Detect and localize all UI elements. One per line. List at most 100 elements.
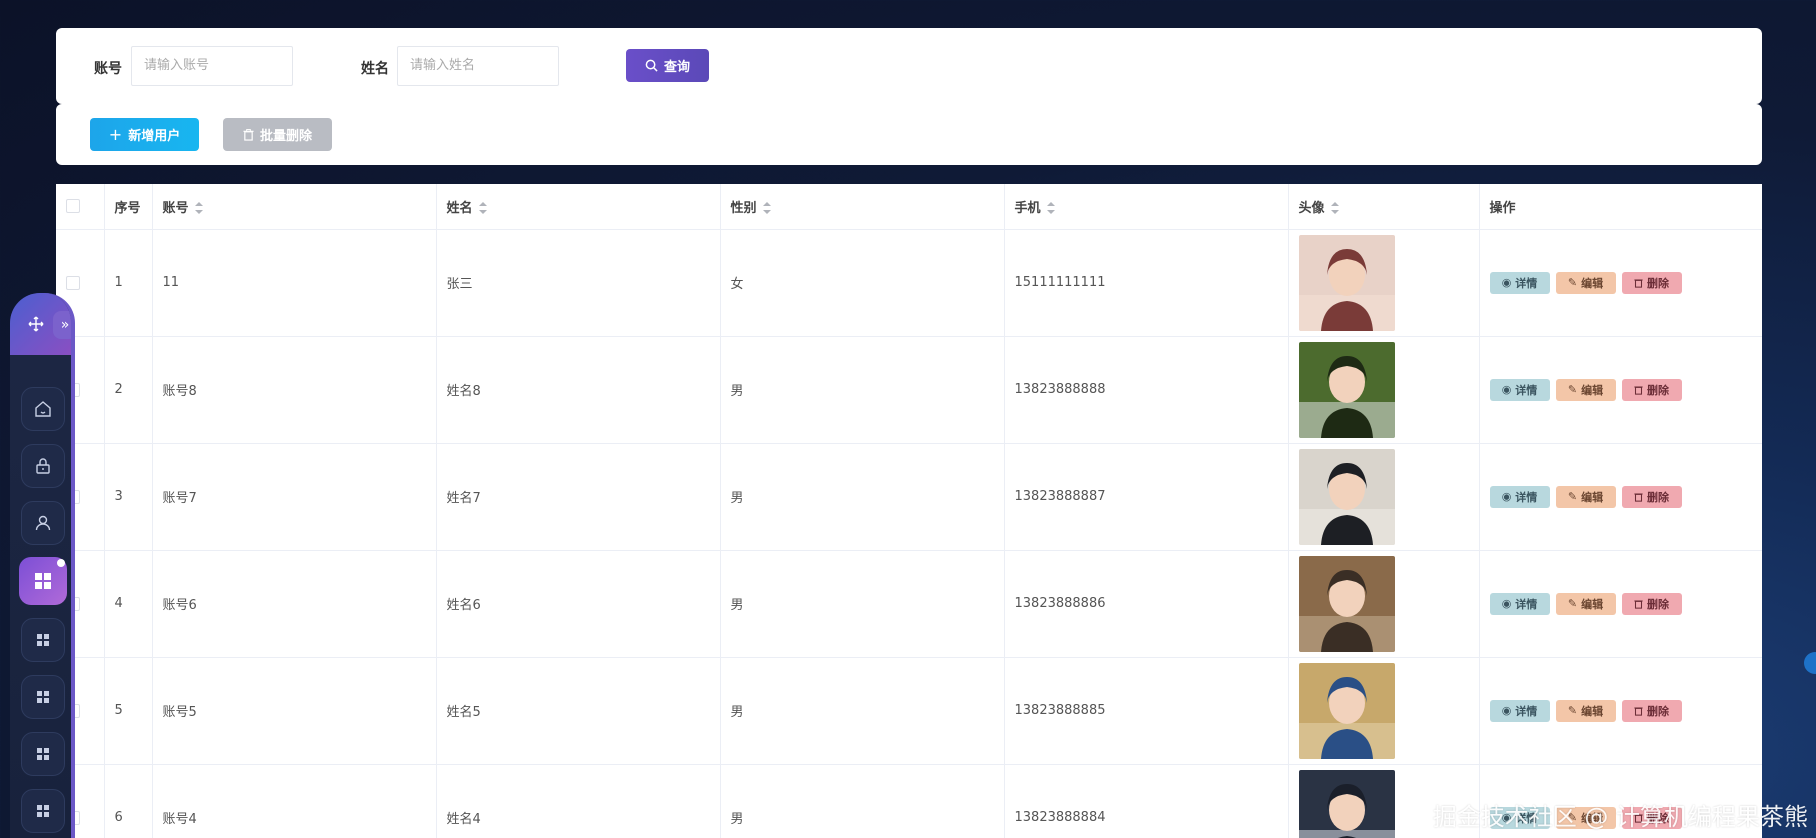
detail-button[interactable]: ◉ 详情 — [1489, 378, 1550, 401]
header-account[interactable]: 账号 — [152, 184, 437, 230]
sidebar-item-grid[interactable] — [21, 789, 65, 833]
sort-icon[interactable] — [1330, 202, 1339, 215]
table-row: 4 账号6 姓名6 男 13823888886 ◉ 详情 ✎ 编辑 删除 — [56, 550, 1762, 658]
detail-button[interactable]: ◉ 详情 — [1489, 592, 1550, 615]
sort-icon[interactable] — [1046, 202, 1055, 215]
account-search-input[interactable]: 请输入账号 — [131, 46, 293, 86]
edit-button[interactable]: ✎ 编辑 — [1555, 485, 1616, 508]
detail-button[interactable]: ◉ 详情 — [1489, 699, 1550, 722]
trash-icon — [1634, 385, 1643, 395]
delete-button[interactable]: 删除 — [1621, 592, 1682, 615]
avatar[interactable] — [1298, 341, 1395, 438]
sort-icon[interactable] — [762, 202, 771, 215]
row-actions: ◉ 详情 ✎ 编辑 删除 — [1489, 271, 1752, 294]
cell-index: 4 — [104, 550, 153, 658]
header-gender[interactable]: 性别 — [720, 184, 1005, 230]
header-ops: 操作 — [1479, 184, 1762, 230]
move-icon[interactable] — [28, 316, 44, 332]
avatar[interactable] — [1298, 662, 1395, 759]
cell-ops: ◉ 详情 ✎ 编辑 删除 — [1479, 550, 1762, 658]
edit-button[interactable]: ✎ 编辑 — [1555, 699, 1616, 722]
sidebar-item-lock[interactable] — [21, 444, 65, 488]
pencil-icon: ✎ — [1567, 597, 1578, 610]
delete-button[interactable]: 删除 — [1621, 378, 1682, 401]
add-user-button[interactable]: + 新增用户 — [90, 118, 199, 151]
table-row: 3 账号7 姓名7 男 13823888887 ◉ 详情 ✎ 编辑 删除 — [56, 443, 1762, 551]
trash-icon — [243, 128, 254, 141]
cell-name: 姓名4 — [436, 764, 721, 838]
cell-index: 1 — [104, 229, 153, 337]
row-checkbox[interactable] — [66, 275, 80, 290]
detail-button[interactable]: ◉ 详情 — [1489, 485, 1550, 508]
floating-sidebar: » — [10, 293, 75, 838]
query-button[interactable]: 查询 — [626, 49, 709, 82]
cell-gender: 男 — [720, 550, 1005, 658]
cell-name: 姓名5 — [436, 657, 721, 765]
cell-name: 姓名6 — [436, 550, 721, 658]
header-name[interactable]: 姓名 — [436, 184, 721, 230]
cell-name: 张三 — [436, 229, 721, 337]
sidebar-item-grid[interactable] — [21, 675, 65, 719]
sidebar-item-grid-active[interactable] — [19, 557, 67, 605]
cell-gender: 男 — [720, 336, 1005, 444]
cell-avatar — [1288, 550, 1480, 658]
select-all-cell — [56, 184, 105, 230]
avatar[interactable] — [1298, 555, 1395, 652]
cell-avatar — [1288, 336, 1480, 444]
avatar[interactable] — [1298, 769, 1395, 838]
pencil-icon: ✎ — [1567, 383, 1578, 396]
header-index: 序号 — [104, 184, 153, 230]
header-avatar[interactable]: 头像 — [1288, 184, 1480, 230]
header-phone-label: 手机 — [1014, 200, 1041, 216]
header-name-label: 姓名 — [446, 200, 473, 216]
cell-index: 6 — [104, 764, 153, 838]
grid-icon — [37, 634, 49, 646]
delete-label: 删除 — [1647, 276, 1669, 290]
user-table: 序号 账号 姓名 性别 手机 头像 操作 1 11 张三 女 151111111… — [56, 184, 1762, 838]
edit-label: 编辑 — [1581, 490, 1604, 504]
edit-button[interactable]: ✎ 编辑 — [1555, 378, 1616, 401]
cell-name: 姓名8 — [436, 336, 721, 444]
edit-button[interactable]: ✎ 编辑 — [1555, 592, 1616, 615]
delete-label: 删除 — [1647, 383, 1669, 397]
pencil-icon: ✎ — [1567, 704, 1578, 717]
cell-account: 账号6 — [152, 550, 437, 658]
name-search-input[interactable]: 请输入姓名 — [397, 46, 559, 86]
cell-gender: 男 — [720, 657, 1005, 765]
cell-gender: 女 — [720, 229, 1005, 337]
edit-button[interactable]: ✎ 编辑 — [1555, 271, 1616, 294]
cell-ops: ◉ 详情 ✎ 编辑 删除 — [1479, 229, 1762, 337]
cell-account: 账号7 — [152, 443, 437, 551]
batch-delete-button[interactable]: 批量删除 — [223, 118, 332, 151]
cell-gender: 男 — [720, 764, 1005, 838]
row-actions: ◉ 详情 ✎ 编辑 删除 — [1489, 592, 1752, 615]
search-icon — [645, 59, 658, 72]
detail-button[interactable]: ◉ 详情 — [1489, 271, 1550, 294]
trash-icon — [1634, 599, 1643, 609]
sidebar-item-home[interactable] — [21, 387, 65, 431]
sort-icon[interactable] — [478, 202, 487, 215]
notification-dot — [57, 559, 65, 567]
header-phone[interactable]: 手机 — [1004, 184, 1289, 230]
sidebar-item-user[interactable] — [21, 501, 65, 545]
sidebar-header: » — [10, 293, 71, 355]
delete-button[interactable]: 删除 — [1621, 271, 1682, 294]
sidebar-item-grid[interactable] — [21, 618, 65, 662]
collapse-icon[interactable]: » — [53, 311, 71, 339]
row-actions: ◉ 详情 ✎ 编辑 删除 — [1489, 485, 1752, 508]
select-all-checkbox[interactable] — [66, 199, 80, 214]
row-actions: ◉ 详情 ✎ 编辑 删除 — [1489, 378, 1752, 401]
cell-phone: 13823888886 — [1004, 550, 1289, 658]
avatar[interactable] — [1298, 448, 1395, 545]
scroll-indicator[interactable] — [1804, 652, 1816, 674]
table-row: 5 账号5 姓名5 男 13823888885 ◉ 详情 ✎ 编辑 删除 — [56, 657, 1762, 765]
header-gender-label: 性别 — [730, 200, 757, 216]
avatar[interactable] — [1298, 234, 1395, 331]
delete-button[interactable]: 删除 — [1621, 699, 1682, 722]
sidebar-item-grid[interactable] — [21, 732, 65, 776]
grid-icon — [37, 691, 49, 703]
sort-icon[interactable] — [194, 202, 203, 215]
row-actions: ◉ 详情 ✎ 编辑 删除 — [1489, 699, 1752, 722]
edit-label: 编辑 — [1581, 597, 1604, 611]
delete-button[interactable]: 删除 — [1621, 485, 1682, 508]
